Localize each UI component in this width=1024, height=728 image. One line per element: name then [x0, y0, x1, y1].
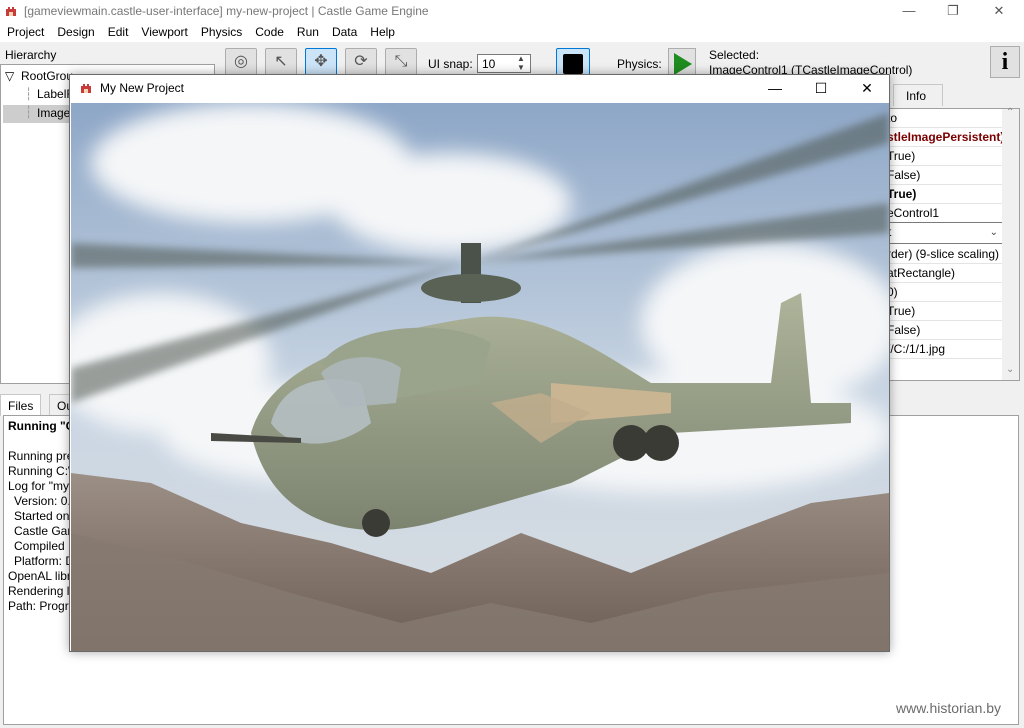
spin-up-icon[interactable]: ▲: [517, 54, 525, 63]
prop-row[interactable]: eControl1: [881, 204, 1003, 223]
prop-row[interactable]: atRectangle): [881, 264, 1003, 283]
menu-data[interactable]: Data: [325, 22, 363, 42]
log-line: OpenAL libr: [8, 569, 71, 583]
castle-editor-window: [gameviewmain.castle-user-interface] my-…: [0, 0, 1024, 728]
log-line: Castle Gam: [14, 524, 78, 538]
prop-row[interactable]: True): [881, 147, 1003, 166]
chevron-down-icon: ⌄: [989, 227, 998, 238]
color-swatch: [563, 54, 583, 74]
title-bar: [gameviewmain.castle-user-interface] my-…: [0, 0, 1024, 22]
castle-logo-icon: [81, 84, 91, 93]
ui-snap-label: UI snap:: [428, 57, 473, 71]
ui-snap-spinner[interactable]: 10 ▲ ▼: [477, 54, 531, 73]
tree-item-rootgroup[interactable]: RootGrou: [21, 69, 73, 83]
tree-item-image[interactable]: Image: [37, 106, 70, 120]
menu-viewport[interactable]: Viewport: [134, 22, 193, 42]
game-window-title: My New Project: [100, 81, 185, 95]
menu-design[interactable]: Design: [50, 22, 100, 42]
log-line: Path: Progra: [8, 599, 76, 613]
prop-row[interactable]: //C:/1/1.jpg: [881, 340, 1003, 359]
properties-grid[interactable]: to stleImagePersistent) True) False) Tru…: [880, 107, 1020, 381]
menu-project[interactable]: Project: [0, 22, 50, 42]
cursor-icon: ↖: [274, 53, 288, 70]
prop-row[interactable]: 0): [881, 283, 1003, 302]
log-line: Started on: [14, 509, 70, 523]
game-minimize-button[interactable]: —: [752, 75, 798, 103]
log-line: Running C:\: [8, 464, 72, 478]
properties-scrollbar[interactable]: ⌃ ⌄: [1002, 107, 1019, 380]
tree-connector-icon: ┆: [25, 105, 33, 119]
log-line: Version: 0.1: [14, 494, 78, 508]
tab-files[interactable]: Files: [0, 394, 42, 416]
menu-bar: Project Design Edit Viewport Physics Cod…: [0, 22, 1024, 42]
prop-row[interactable]: False): [881, 166, 1003, 185]
game-viewport-image: [71, 103, 889, 651]
scroll-down-icon[interactable]: ⌄: [1006, 364, 1014, 375]
move-icon: ✥: [314, 53, 328, 70]
log-line: Running "C: [8, 419, 75, 433]
menu-run[interactable]: Run: [290, 22, 325, 42]
tab-info[interactable]: Info: [893, 84, 943, 106]
log-line: Log for "my: [8, 479, 69, 493]
info-button[interactable]: i: [990, 46, 1020, 78]
menu-help[interactable]: Help: [363, 22, 401, 42]
log-line: Running pre: [8, 449, 74, 463]
game-window[interactable]: My New Project — ☐ ✕: [69, 74, 890, 652]
menu-edit[interactable]: Edit: [101, 22, 135, 42]
eye-icon: ◎: [234, 53, 248, 70]
close-button[interactable]: ✕: [976, 0, 1022, 22]
scale-icon: ⤡: [394, 53, 408, 70]
selected-label: Selected:: [709, 48, 760, 62]
log-line: Rendering l: [8, 584, 70, 598]
window-title: [gameviewmain.castle-user-interface] my-…: [24, 4, 429, 18]
maximize-button[interactable]: ❐: [930, 0, 976, 22]
game-close-button[interactable]: ✕: [844, 75, 890, 103]
prop-row[interactable]: False): [881, 321, 1003, 340]
play-icon: [674, 53, 692, 75]
menu-code[interactable]: Code: [248, 22, 290, 42]
prop-row[interactable]: stleImagePersistent): [881, 128, 1003, 147]
tree-expand-icon[interactable]: ▽: [5, 69, 14, 83]
tree-connector-icon: ┆: [25, 87, 33, 101]
prop-row[interactable]: True): [881, 302, 1003, 321]
prop-row[interactable]: True): [881, 185, 1003, 204]
physics-label: Physics:: [617, 57, 662, 71]
prop-row[interactable]: rder) (9-slice scaling): [881, 245, 1003, 264]
info-icon: i: [1001, 49, 1009, 75]
log-line: Platform: D: [14, 554, 75, 568]
rotate-icon: ⟳: [354, 53, 368, 70]
menu-physics[interactable]: Physics: [194, 22, 248, 42]
minimize-button[interactable]: —: [886, 0, 932, 22]
ui-snap-value: 10: [482, 57, 496, 71]
castle-logo-icon: [6, 7, 16, 16]
game-maximize-button[interactable]: ☐: [798, 75, 844, 103]
hierarchy-label: Hierarchy: [5, 48, 57, 62]
spin-down-icon[interactable]: ▼: [517, 63, 525, 72]
watermark: www.historian.by: [896, 700, 1002, 716]
log-line: Compiled: [14, 539, 65, 553]
prop-row[interactable]: to: [881, 109, 1003, 128]
prop-dropdown[interactable]: t ⌄: [881, 222, 1003, 244]
scroll-up-icon[interactable]: ⌃: [1006, 107, 1014, 118]
